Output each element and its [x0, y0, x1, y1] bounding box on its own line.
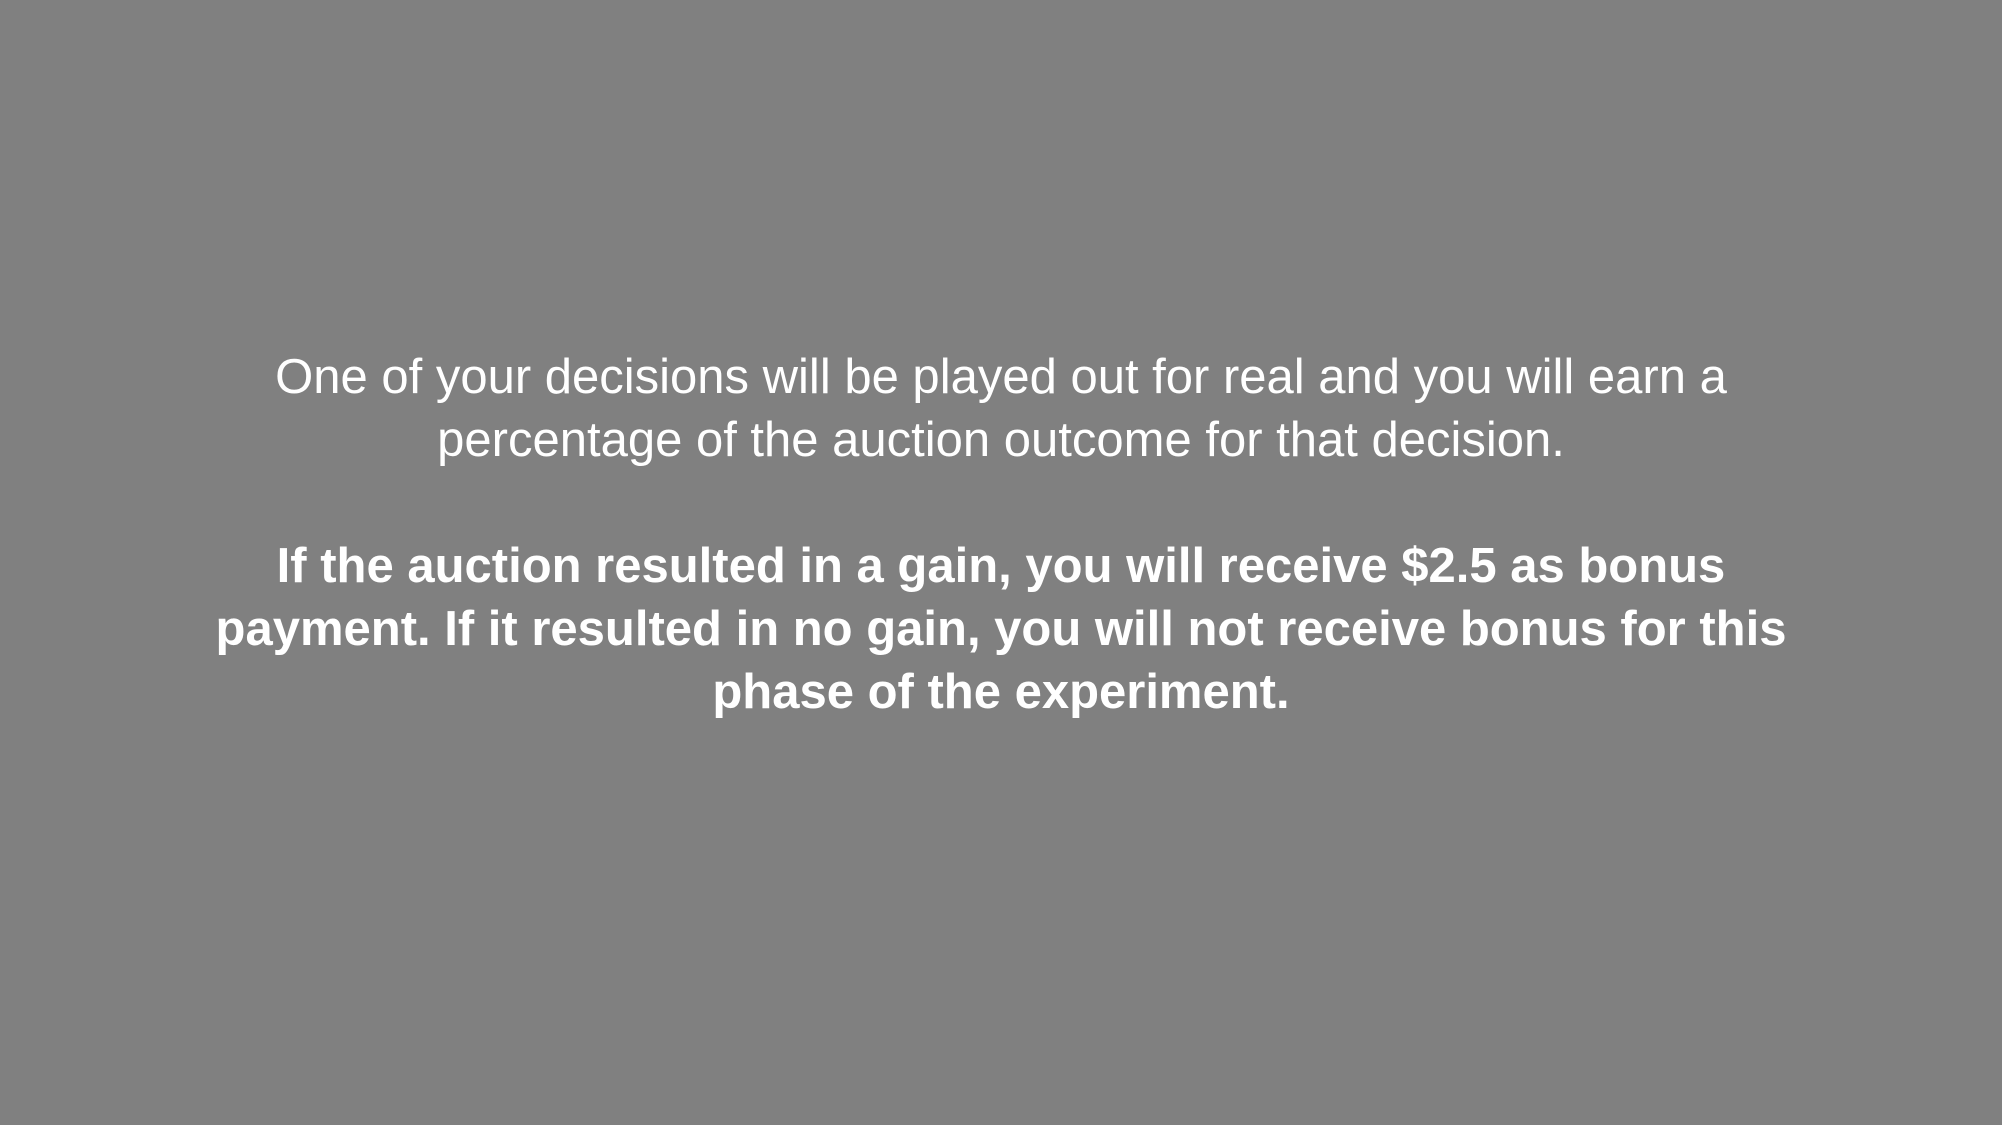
earnings-info-line-1: One of your decisions will be played out… — [275, 350, 1727, 404]
instruction-screen: One of your decisions will be played out… — [0, 0, 2002, 1125]
instruction-text-area: One of your decisions will be played out… — [0, 346, 2002, 724]
earnings-info-paragraph: One of your decisions will be played out… — [0, 346, 2002, 472]
earnings-info-line-2: percentage of the auction outcome for th… — [437, 413, 1565, 467]
bonus-rule-line-2: payment. If it resulted in no gain, you … — [215, 602, 1787, 656]
bonus-rule-line-3: phase of the experiment. — [712, 665, 1290, 719]
bonus-rule-line-1: If the auction resulted in a gain, you w… — [276, 539, 1726, 593]
bonus-rule-paragraph: If the auction resulted in a gain, you w… — [0, 535, 2002, 724]
